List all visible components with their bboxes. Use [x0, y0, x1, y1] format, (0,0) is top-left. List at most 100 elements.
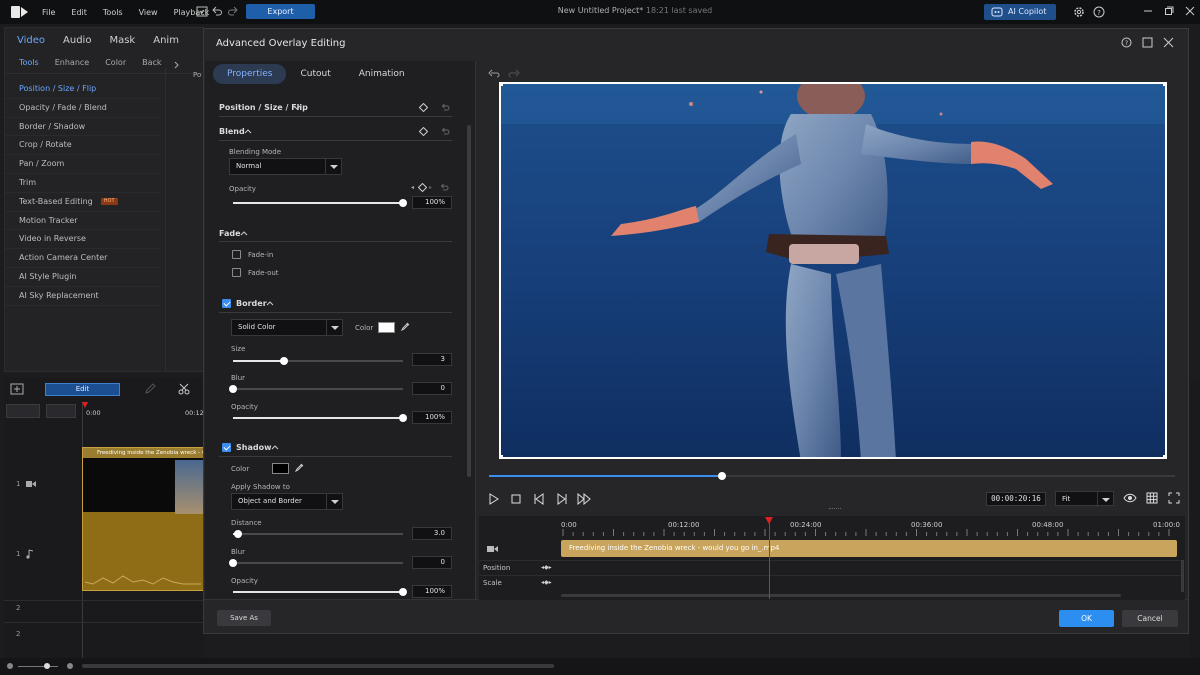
cancel-button[interactable]: Cancel: [1122, 610, 1178, 627]
tool-motion-tracker[interactable]: Motion Tracker: [5, 212, 161, 231]
preview-redo-icon[interactable]: [508, 69, 520, 78]
subtab-color[interactable]: Color: [105, 58, 126, 67]
fast-forward-icon[interactable]: [577, 493, 591, 505]
keyframe-nav-icon[interactable]: ◂◆▸: [541, 564, 552, 571]
subtab-background[interactable]: Back: [142, 58, 161, 67]
eye-preview-icon[interactable]: [1123, 493, 1137, 503]
prev-keyframe-icon[interactable]: ◂: [411, 184, 414, 191]
keyframe-nav-icon[interactable]: ◂◆▸: [541, 579, 552, 586]
help-icon[interactable]: ?: [1093, 6, 1105, 18]
reset-icon[interactable]: [441, 103, 450, 112]
redo-icon[interactable]: [228, 6, 238, 16]
dialog-close-icon[interactable]: [1163, 37, 1174, 48]
subtab-enhance[interactable]: Enhance: [55, 58, 90, 67]
timeline-clip[interactable]: Freediving inside the Zenobia wreck - wo…: [82, 447, 205, 591]
tool-text-based-editing[interactable]: Text-Based Editing HOT: [5, 193, 161, 212]
scissors-icon[interactable]: [178, 383, 190, 395]
dialog-help-icon[interactable]: ?: [1121, 37, 1132, 48]
ai-copilot-button[interactable]: AI Copilot: [984, 4, 1056, 20]
keyframe-diamond-icon[interactable]: [419, 103, 428, 112]
playhead-line[interactable]: [769, 517, 770, 599]
zoom-in-icon[interactable]: [66, 662, 74, 670]
section-fade[interactable]: Fade: [219, 229, 452, 238]
section-shadow[interactable]: Shadow: [236, 443, 436, 452]
tab-animation[interactable]: Animation: [345, 64, 419, 84]
border-size-value[interactable]: 3: [412, 353, 452, 366]
border-size-slider[interactable]: [233, 356, 403, 366]
timeline-tool-icon[interactable]: [10, 383, 24, 395]
save-as-button[interactable]: Save As: [217, 610, 271, 626]
tool-position-size-flip[interactable]: Position / Size / Flip: [5, 80, 161, 99]
keyframe-diamond-icon[interactable]: [418, 183, 427, 192]
next-keyframe-icon[interactable]: ▸: [429, 184, 432, 191]
timeline-ruler[interactable]: 0:00 00:12:00 00:24:00 00:36:00 00:48:00…: [561, 518, 1181, 536]
keyframe-diamond-icon[interactable]: [419, 127, 428, 136]
tool-trim[interactable]: Trim: [5, 174, 161, 193]
play-icon[interactable]: [489, 493, 499, 505]
menu-edit[interactable]: Edit: [63, 8, 95, 17]
menu-tools[interactable]: Tools: [95, 8, 131, 17]
border-blur-slider[interactable]: [229, 384, 403, 394]
tool-video-in-reverse[interactable]: Video in Reverse: [5, 230, 161, 250]
preview-seek-bar[interactable]: [489, 472, 1175, 480]
eyedropper-icon[interactable]: [295, 463, 304, 472]
shadow-checkbox[interactable]: [222, 443, 231, 452]
timeline-vertical-scrollbar[interactable]: [1181, 560, 1184, 592]
reset-icon[interactable]: [441, 127, 450, 136]
shadow-opacity-slider[interactable]: [233, 587, 407, 597]
dialog-maximize-icon[interactable]: [1142, 37, 1153, 48]
shadow-color-swatch[interactable]: [272, 463, 289, 474]
zoom-slider-knob[interactable]: [44, 663, 50, 669]
timeline-scrollbar[interactable]: [561, 594, 1121, 597]
tab-video[interactable]: Video: [17, 35, 45, 46]
resize-grip[interactable]: [829, 508, 841, 509]
section-blend[interactable]: Blend: [219, 127, 452, 136]
shadow-blur-value[interactable]: 0: [412, 556, 452, 569]
seek-knob[interactable]: [718, 472, 727, 480]
border-checkbox[interactable]: [222, 299, 231, 308]
shadow-blur-slider[interactable]: [229, 558, 403, 568]
subtab-tools[interactable]: Tools: [19, 58, 39, 67]
blend-opacity-slider[interactable]: [233, 198, 407, 208]
overlay-clip[interactable]: Freediving inside the Zenobia wreck - wo…: [561, 540, 1177, 557]
tab-audio[interactable]: Audio: [63, 35, 91, 46]
blending-mode-dropdown[interactable]: Normal: [229, 158, 342, 175]
menu-file[interactable]: File: [34, 8, 63, 17]
properties-scrollbar[interactable]: [467, 125, 471, 477]
undo-icon[interactable]: [212, 6, 222, 16]
maximize-icon[interactable]: [1164, 6, 1174, 16]
chevron-right-icon[interactable]: [174, 61, 180, 69]
tool-crop-rotate[interactable]: Crop / Rotate: [5, 136, 161, 156]
apply-shadow-dropdown[interactable]: Object and Border: [231, 493, 343, 510]
shadow-opacity-value[interactable]: 100%: [412, 585, 452, 598]
back-playhead[interactable]: [82, 402, 88, 408]
border-opacity-value[interactable]: 100%: [412, 411, 452, 424]
menu-playback[interactable]: Playback: [166, 8, 218, 17]
border-type-dropdown[interactable]: Solid Color: [231, 319, 343, 336]
shadow-distance-slider[interactable]: [233, 529, 403, 539]
blend-opacity-value[interactable]: 100%: [412, 196, 452, 209]
previous-frame-icon[interactable]: [533, 493, 545, 505]
screenshot-icon[interactable]: [196, 6, 208, 17]
tab-properties[interactable]: Properties: [213, 64, 287, 84]
tool-ai-sky-replacement[interactable]: AI Sky Replacement: [5, 287, 161, 306]
settings-gear-icon[interactable]: [1073, 6, 1085, 18]
zoom-slider[interactable]: [18, 666, 58, 667]
fullscreen-icon[interactable]: [1168, 492, 1180, 504]
fit-timeline-icon[interactable]: [46, 404, 76, 418]
zoom-dropdown[interactable]: Fit: [1055, 491, 1114, 507]
track-manager-icon[interactable]: [6, 404, 40, 418]
tool-action-camera-center[interactable]: Action Camera Center: [5, 249, 161, 268]
tab-animation[interactable]: Anim: [153, 35, 179, 46]
shadow-distance-value[interactable]: 3.0: [412, 527, 452, 540]
tool-ai-style-plugin[interactable]: AI Style Plugin: [5, 268, 161, 287]
fade-out-checkbox[interactable]: [232, 268, 241, 277]
stop-icon[interactable]: [511, 494, 521, 504]
ok-button[interactable]: OK: [1059, 610, 1114, 627]
video-preview[interactable]: [499, 82, 1167, 459]
tool-pan-zoom[interactable]: Pan / Zoom: [5, 155, 161, 174]
tab-cutout[interactable]: Cutout: [286, 64, 344, 84]
section-position[interactable]: Position / Size / Flip: [219, 103, 452, 112]
tool-border-shadow[interactable]: Border / Shadow: [5, 118, 161, 137]
border-opacity-slider[interactable]: [233, 413, 407, 423]
